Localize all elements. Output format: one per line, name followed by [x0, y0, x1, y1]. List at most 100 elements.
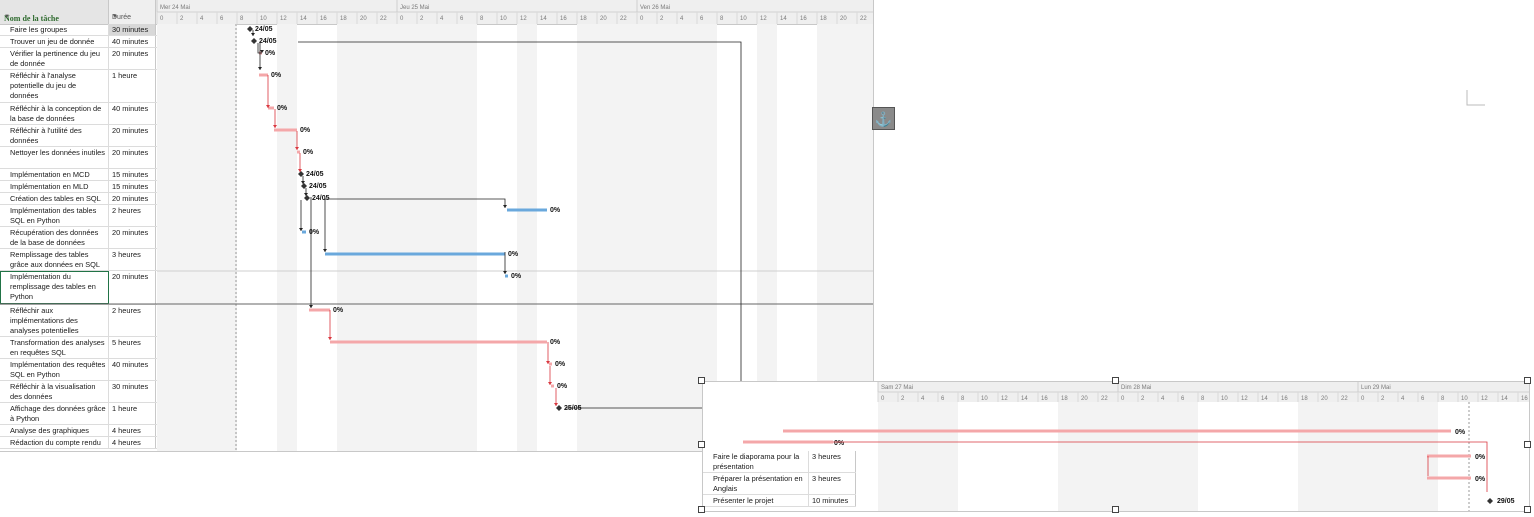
bar-label: 0% — [511, 273, 522, 280]
milestone-marker — [251, 38, 257, 44]
hour-label: 14 — [540, 16, 547, 22]
hour-label: 16 — [560, 16, 567, 22]
task-bar — [1427, 454, 1471, 458]
resize-handle[interactable] — [1524, 441, 1531, 448]
bar-label: 0% — [300, 127, 311, 134]
bar-label: 0% — [555, 361, 566, 368]
hour-label: 18 — [340, 16, 347, 22]
nonworking-shade — [577, 24, 637, 451]
link-arrowhead — [328, 337, 332, 340]
hour-label: 12 — [520, 16, 527, 22]
task-bar — [330, 340, 547, 344]
task-bar — [309, 308, 330, 312]
resize-handle[interactable] — [698, 377, 705, 384]
hour-label: 12 — [280, 16, 287, 22]
hour-label: 20 — [1321, 396, 1328, 402]
bar-label: 0% — [303, 149, 314, 156]
day-label: Ven 26 Mai — [640, 5, 670, 11]
nonworking-shade — [337, 24, 397, 451]
hour-label: 16 — [800, 16, 807, 22]
task-bar — [297, 150, 300, 154]
hour-label: 22 — [860, 16, 867, 22]
task-bar — [325, 252, 505, 256]
resize-handle[interactable] — [1524, 506, 1531, 513]
bar-label: 0% — [1475, 454, 1486, 461]
hour-label: 20 — [360, 16, 367, 22]
hour-label: 10 — [260, 16, 267, 22]
task-bar — [743, 440, 833, 444]
anchor-icon[interactable]: ⚓ — [872, 107, 895, 130]
hour-label: 16 — [320, 16, 327, 22]
nonworking-shade — [878, 402, 958, 511]
task-bar — [1427, 476, 1471, 480]
hour-label: 22 — [1101, 396, 1108, 402]
bar-label: 0% — [277, 105, 288, 112]
link-arrowhead — [251, 33, 255, 36]
bar-label: 0% — [550, 207, 561, 214]
nonworking-shade — [1358, 402, 1438, 511]
hour-label: 10 — [500, 16, 507, 22]
day-label: Sam 27 Mai — [881, 385, 913, 391]
bar-label: 29/05 — [1497, 498, 1515, 505]
milestone-marker — [556, 405, 562, 411]
link-arrowhead — [273, 125, 277, 128]
bar-label: 0% — [550, 339, 561, 346]
bar-label: 0% — [557, 383, 568, 390]
day-label: Lun 29 Mai — [1361, 385, 1391, 391]
milestone-marker — [1487, 498, 1493, 504]
bar-label: 24/05 — [255, 26, 273, 33]
task-bar — [505, 274, 508, 278]
resize-handle[interactable] — [1524, 377, 1531, 384]
hour-label: 14 — [1261, 396, 1268, 402]
link-arrowhead — [503, 205, 507, 208]
bar-label: 0% — [508, 251, 519, 258]
resize-handle[interactable] — [1112, 506, 1119, 513]
hour-label: 14 — [300, 16, 307, 22]
nonworking-shade — [1298, 402, 1358, 511]
milestone-marker — [247, 26, 253, 32]
hour-label: 22 — [380, 16, 387, 22]
gantt-pane-secondary: Faire le diaporama pour la présentation 3… — [702, 381, 1530, 512]
hour-label: 10 — [740, 16, 747, 22]
task-bar — [268, 106, 274, 110]
hour-label: 14 — [1021, 396, 1028, 402]
hour-label: 18 — [580, 16, 587, 22]
hour-label: 10 — [981, 396, 988, 402]
hour-label: 18 — [820, 16, 827, 22]
hour-label: 22 — [1341, 396, 1348, 402]
hour-label: 22 — [620, 16, 627, 22]
bar-label: 0% — [271, 72, 282, 79]
task-bar — [783, 429, 1451, 433]
hour-label: 16 — [1281, 396, 1288, 402]
link-arrowhead — [258, 67, 262, 70]
hour-label: 20 — [1081, 396, 1088, 402]
hour-label: 12 — [1241, 396, 1248, 402]
hour-label: 16 — [1041, 396, 1048, 402]
hour-label: 18 — [1301, 396, 1308, 402]
task-bar — [549, 362, 552, 366]
hour-label: 10 — [1221, 396, 1228, 402]
bar-label: 24/05 — [306, 171, 324, 178]
link-arrowhead — [503, 271, 507, 274]
resize-handle[interactable] — [698, 441, 705, 448]
corner-mark-icon — [1466, 90, 1485, 106]
day-label: Jeu 25 Mai — [400, 5, 429, 11]
hour-label: 20 — [840, 16, 847, 22]
hour-label: 10 — [1461, 396, 1468, 402]
bar-label: 24/05 — [309, 183, 327, 190]
link-arrowhead — [554, 403, 558, 406]
nonworking-shade — [277, 24, 297, 451]
hour-label: 20 — [600, 16, 607, 22]
nonworking-shade — [157, 24, 237, 451]
nonworking-shade — [397, 24, 477, 451]
bar-label: 0% — [834, 440, 845, 447]
day-label: Dim 28 Mai — [1121, 385, 1151, 391]
bar-label: 0% — [1455, 429, 1466, 436]
resize-handle[interactable] — [1112, 377, 1119, 384]
bar-label: 0% — [1475, 476, 1486, 483]
nonworking-shade — [1058, 402, 1118, 511]
resize-handle[interactable] — [698, 506, 705, 513]
hour-label: 12 — [1481, 396, 1488, 402]
link-arrowhead — [323, 249, 327, 252]
nonworking-shade — [517, 24, 537, 451]
